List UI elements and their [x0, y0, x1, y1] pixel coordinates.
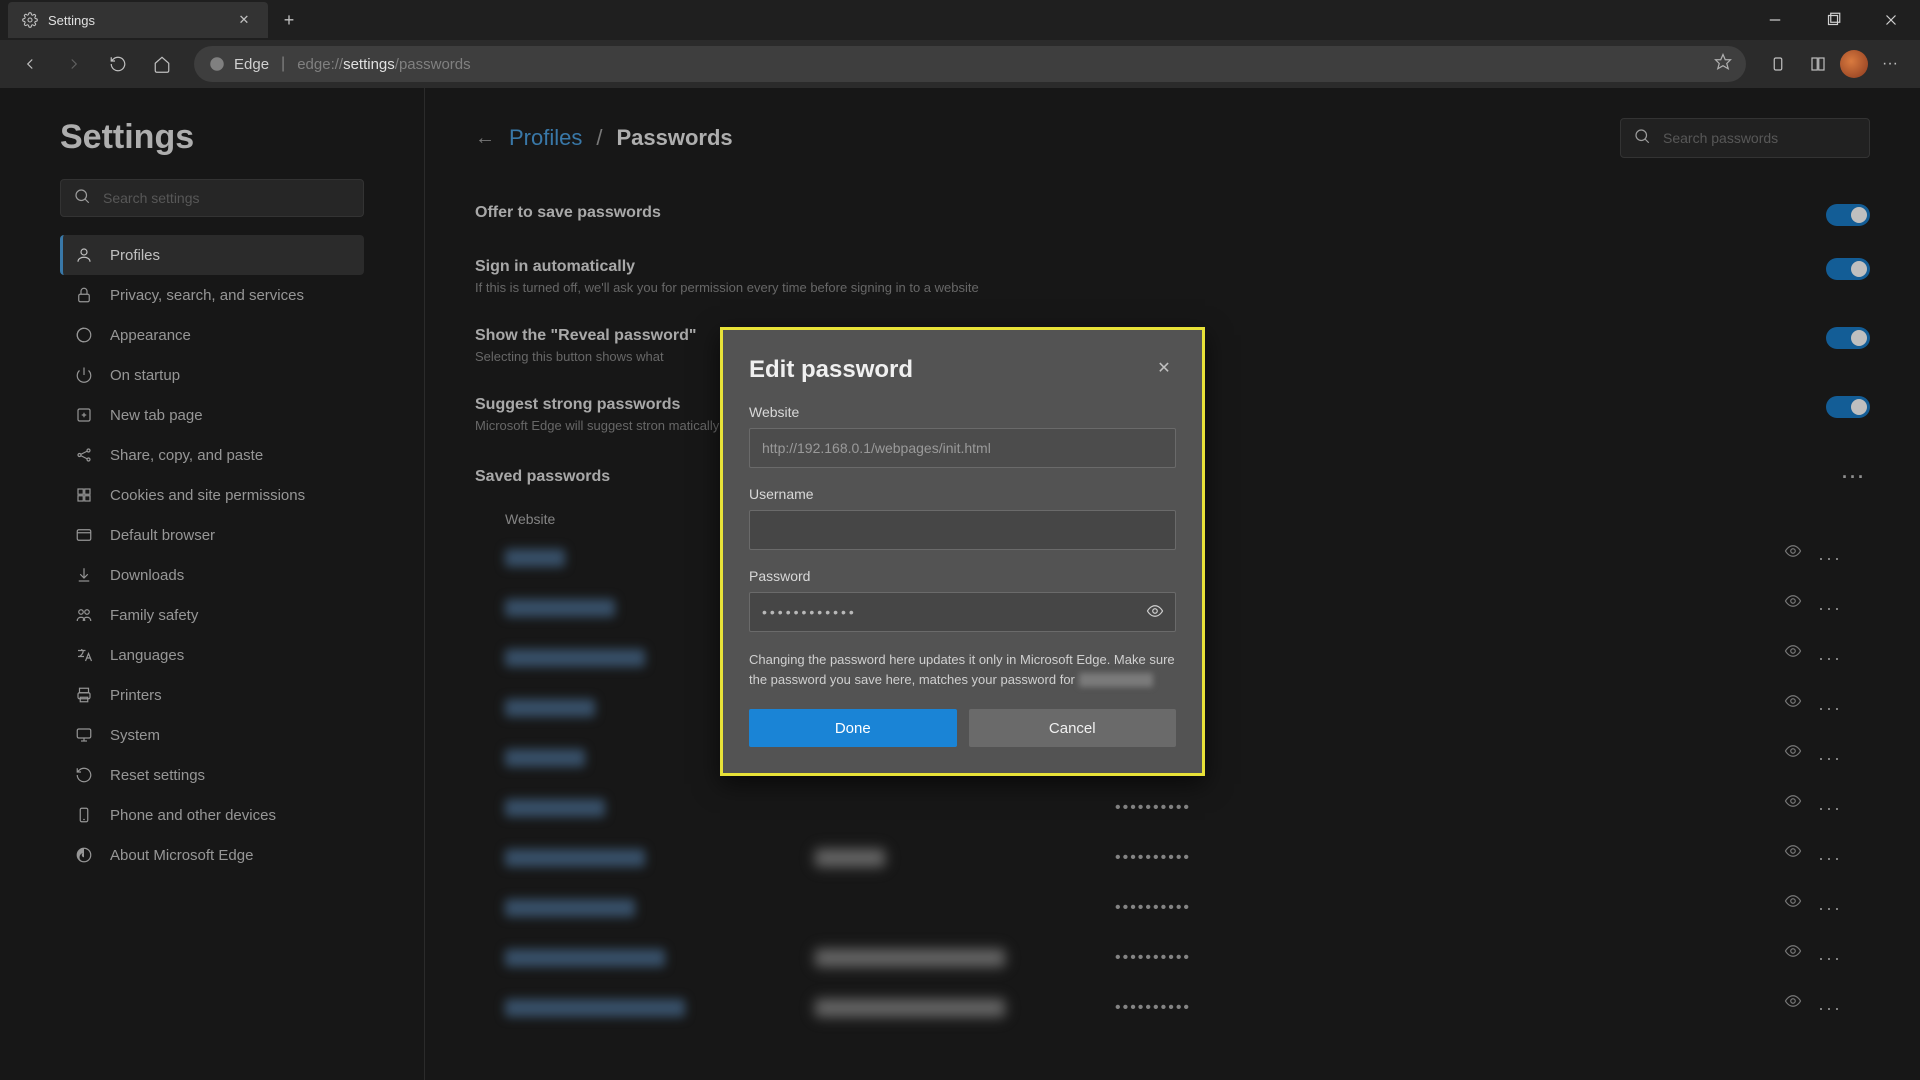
edge-badge: Edge — [208, 55, 269, 73]
cancel-button[interactable]: Cancel — [969, 709, 1177, 747]
favorite-button[interactable] — [1714, 53, 1732, 76]
edge-label: Edge — [234, 56, 269, 73]
minimize-button[interactable] — [1746, 0, 1804, 40]
tab-title: Settings — [48, 13, 224, 28]
back-button[interactable] — [12, 46, 48, 82]
close-window-button[interactable] — [1862, 0, 1920, 40]
toolbar: Edge | edge://settings/passwords ··· — [0, 40, 1920, 88]
address-bar[interactable]: Edge | edge://settings/passwords — [194, 46, 1746, 82]
address-separator: | — [281, 55, 285, 73]
extension-button[interactable] — [1760, 46, 1796, 82]
done-button[interactable]: Done — [749, 709, 957, 747]
new-tab-button[interactable]: + — [272, 3, 306, 37]
tab-strip: Settings ✕ + — [0, 0, 306, 40]
home-button[interactable] — [144, 46, 180, 82]
url-text: edge://settings/passwords — [297, 56, 470, 73]
tab-settings[interactable]: Settings ✕ — [8, 2, 268, 38]
password-field[interactable] — [749, 592, 1176, 632]
tab-close-button[interactable]: ✕ — [234, 10, 254, 30]
redacted-site — [1079, 673, 1153, 687]
password-label: Password — [749, 568, 1176, 584]
forward-button[interactable] — [56, 46, 92, 82]
dialog-note: Changing the password here updates it on… — [749, 650, 1176, 689]
edit-password-dialog: Edit password ✕ Website Username Passwor… — [720, 327, 1205, 776]
website-field — [749, 428, 1176, 468]
website-label: Website — [749, 404, 1176, 420]
maximize-button[interactable] — [1804, 0, 1862, 40]
reveal-password-button[interactable] — [1146, 602, 1164, 625]
dialog-title: Edit password — [749, 356, 913, 384]
gear-icon — [22, 12, 38, 28]
refresh-button[interactable] — [100, 46, 136, 82]
window-controls — [1746, 0, 1920, 40]
collections-button[interactable] — [1800, 46, 1836, 82]
profile-avatar[interactable] — [1840, 50, 1868, 78]
dialog-close-button[interactable]: ✕ — [1152, 356, 1176, 380]
titlebar: Settings ✕ + — [0, 0, 1920, 40]
username-field[interactable] — [749, 510, 1176, 550]
username-label: Username — [749, 486, 1176, 502]
menu-button[interactable]: ··· — [1872, 46, 1908, 82]
